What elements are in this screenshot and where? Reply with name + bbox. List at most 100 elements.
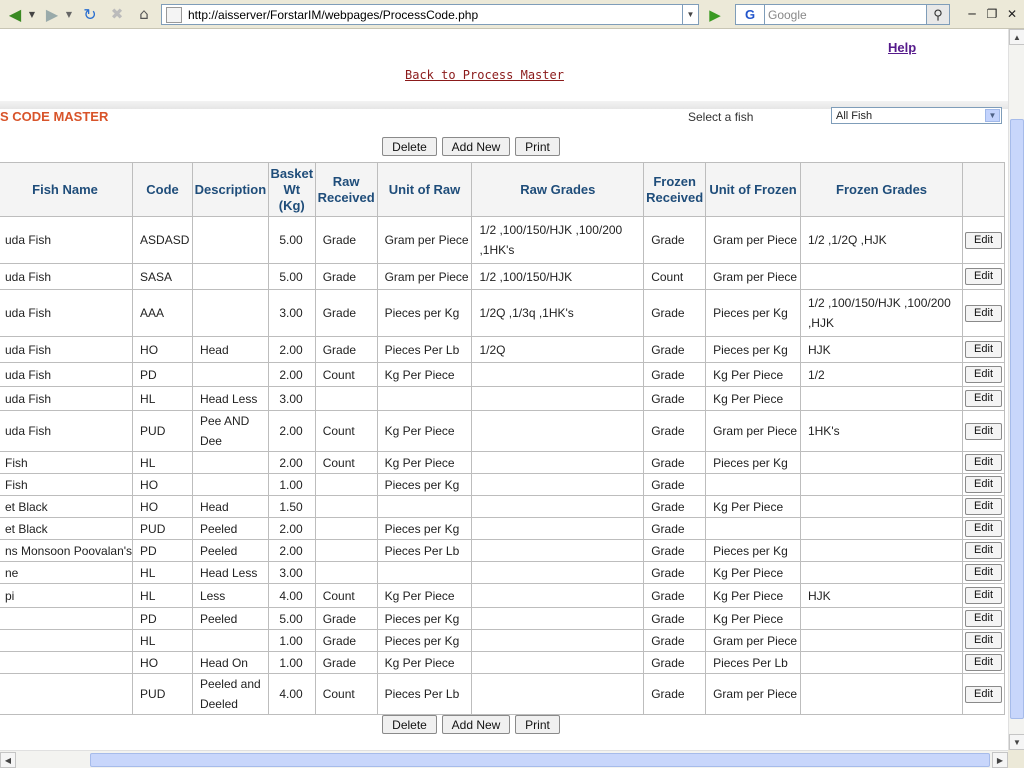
cell-description: Pee AND Dee	[191, 410, 269, 452]
stop-icon[interactable]: ✖	[107, 4, 127, 24]
cell-basket-wt: 1.00	[267, 629, 316, 652]
cell-action: Edit	[962, 629, 1005, 652]
table-row: uda Fish AAA 3.00 Grade Pieces per Kg 1/2Q ,1…	[0, 289, 1005, 337]
edit-button[interactable]: Edit	[965, 542, 1003, 559]
cell-basket-wt: 4.00	[267, 583, 316, 608]
cell-basket-wt: 5.00	[267, 263, 316, 290]
add-new-button[interactable]: Add New	[442, 715, 510, 734]
cell-frozen-received: Grade	[643, 583, 707, 608]
close-icon[interactable]: ✕	[1003, 6, 1021, 22]
edit-button[interactable]: Edit	[965, 268, 1003, 285]
cell-raw-grades	[471, 561, 645, 584]
cell-raw-received: Grade	[314, 607, 378, 630]
edit-button[interactable]: Edit	[965, 685, 1003, 703]
table-row: uda Fish SASA 5.00 Grade Gram per Piece 1/2 ,…	[0, 263, 1005, 290]
edit-button[interactable]: Edit	[965, 366, 1003, 383]
fish-select-value: All Fish	[836, 109, 873, 122]
vertical-scroll-thumb[interactable]	[1010, 119, 1024, 719]
cell-raw-grades	[471, 451, 645, 474]
cell-unit-of-frozen: Pieces Per Lb	[705, 651, 801, 674]
print-button[interactable]: Print	[515, 137, 560, 156]
edit-button[interactable]: Edit	[965, 587, 1003, 604]
table-row: ns Monsoon Poovalan's PD Peeled 2.00 Pieces …	[0, 539, 1005, 562]
cell-code: PUD	[132, 673, 193, 715]
cell-fish-name: Fish	[0, 473, 134, 496]
vertical-scrollbar[interactable]: ▲ ▼	[1008, 29, 1024, 750]
delete-button[interactable]: Delete	[382, 137, 437, 156]
address-dropdown-icon[interactable]: ▼	[683, 4, 699, 25]
edit-button[interactable]: Edit	[965, 341, 1003, 358]
cell-unit-of-frozen	[705, 517, 801, 540]
horizontal-scrollbar[interactable]: ◀ ▶	[0, 750, 1008, 768]
cell-raw-received	[314, 473, 378, 496]
cell-action: Edit	[962, 289, 1005, 337]
add-new-button[interactable]: Add New	[442, 137, 510, 156]
edit-button[interactable]: Edit	[965, 654, 1003, 671]
scroll-left-icon[interactable]: ◀	[0, 752, 16, 768]
cell-action: Edit	[962, 583, 1005, 608]
address-bar[interactable]: http://aisserver/ForstarIM/webpages/Proc…	[161, 4, 683, 25]
horizontal-scroll-thumb[interactable]	[90, 753, 990, 767]
table-row: pi HL Less 4.00 Count Kg Per Piece Grade Kg Per…	[0, 583, 1005, 608]
edit-button[interactable]: Edit	[965, 632, 1003, 649]
go-arrow-icon[interactable]: ▶	[704, 4, 726, 25]
edit-button[interactable]: Edit	[965, 390, 1003, 407]
cell-basket-wt: 2.00	[267, 362, 316, 387]
restore-icon[interactable]: ❐	[983, 6, 1001, 22]
fish-select[interactable]: All Fish ▼	[831, 107, 1002, 124]
home-icon[interactable]: ⌂	[133, 4, 155, 24]
edit-button[interactable]: Edit	[965, 610, 1003, 627]
cell-raw-received: Count	[314, 583, 378, 608]
delete-button[interactable]: Delete	[382, 715, 437, 734]
edit-button[interactable]: Edit	[965, 564, 1003, 581]
cell-basket-wt: 1.00	[267, 651, 316, 674]
page-header: Help Back to Process Master	[0, 29, 1008, 107]
print-button[interactable]: Print	[515, 715, 560, 734]
cell-frozen-grades	[799, 607, 964, 630]
search-input[interactable]: Google	[765, 4, 927, 25]
cell-raw-received: Grade	[314, 216, 378, 264]
search-engine-icon[interactable]: G	[735, 4, 765, 25]
cell-action: Edit	[962, 473, 1005, 496]
cell-description	[191, 451, 269, 474]
edit-button[interactable]: Edit	[965, 476, 1003, 493]
column-header-raw-received: Raw Received	[314, 162, 378, 217]
edit-button[interactable]: Edit	[965, 422, 1003, 440]
cell-raw-received: Grade	[314, 289, 378, 337]
reload-icon[interactable]: ↻	[80, 4, 100, 24]
back-history-dropdown-icon[interactable]: ▼	[27, 4, 37, 24]
cell-raw-received: Count	[314, 451, 378, 474]
scroll-right-icon[interactable]: ▶	[992, 752, 1008, 768]
cell-frozen-received: Grade	[643, 451, 707, 474]
search-icon[interactable]: ⚲	[926, 4, 950, 25]
scroll-down-icon[interactable]: ▼	[1009, 734, 1024, 750]
table-row: et Black HO Head 1.50 Grade Kg Per Piece Edit	[0, 495, 1005, 518]
edit-button[interactable]: Edit	[965, 454, 1003, 471]
edit-button[interactable]: Edit	[965, 498, 1003, 515]
cell-code: PUD	[132, 410, 193, 452]
chevron-down-icon[interactable]: ▼	[985, 109, 1000, 122]
forward-arrow-icon[interactable]: ▶	[41, 4, 63, 24]
cell-frozen-received: Grade	[643, 473, 707, 496]
forward-history-dropdown-icon[interactable]: ▼	[64, 4, 74, 24]
cell-action: Edit	[962, 410, 1005, 452]
cell-code: ASDASD	[132, 216, 193, 264]
cell-unit-of-frozen: Kg Per Piece	[705, 607, 801, 630]
edit-button[interactable]: Edit	[965, 520, 1003, 537]
cell-basket-wt: 4.00	[267, 673, 316, 715]
back-arrow-icon[interactable]: ◀	[4, 4, 26, 24]
column-header-description: Description	[191, 162, 269, 217]
cell-unit-of-raw: Pieces per Kg	[376, 473, 473, 496]
address-url[interactable]: http://aisserver/ForstarIM/webpages/Proc…	[188, 8, 478, 22]
cell-unit-of-frozen: Pieces per Kg	[705, 289, 801, 337]
scroll-up-icon[interactable]: ▲	[1009, 29, 1024, 45]
cell-description	[191, 629, 269, 652]
back-to-process-master-link[interactable]: Back to Process Master	[405, 68, 564, 82]
minimize-icon[interactable]: ─	[963, 6, 981, 22]
edit-button[interactable]: Edit	[965, 304, 1003, 322]
help-link[interactable]: Help	[888, 40, 916, 55]
table-row: uda Fish PD 2.00 Count Kg Per Piece Grade Kg P…	[0, 362, 1005, 387]
table-row: ne HL Head Less 3.00 Grade Kg Per Piece Edit	[0, 561, 1005, 584]
cell-action: Edit	[962, 539, 1005, 562]
edit-button[interactable]: Edit	[965, 231, 1003, 249]
